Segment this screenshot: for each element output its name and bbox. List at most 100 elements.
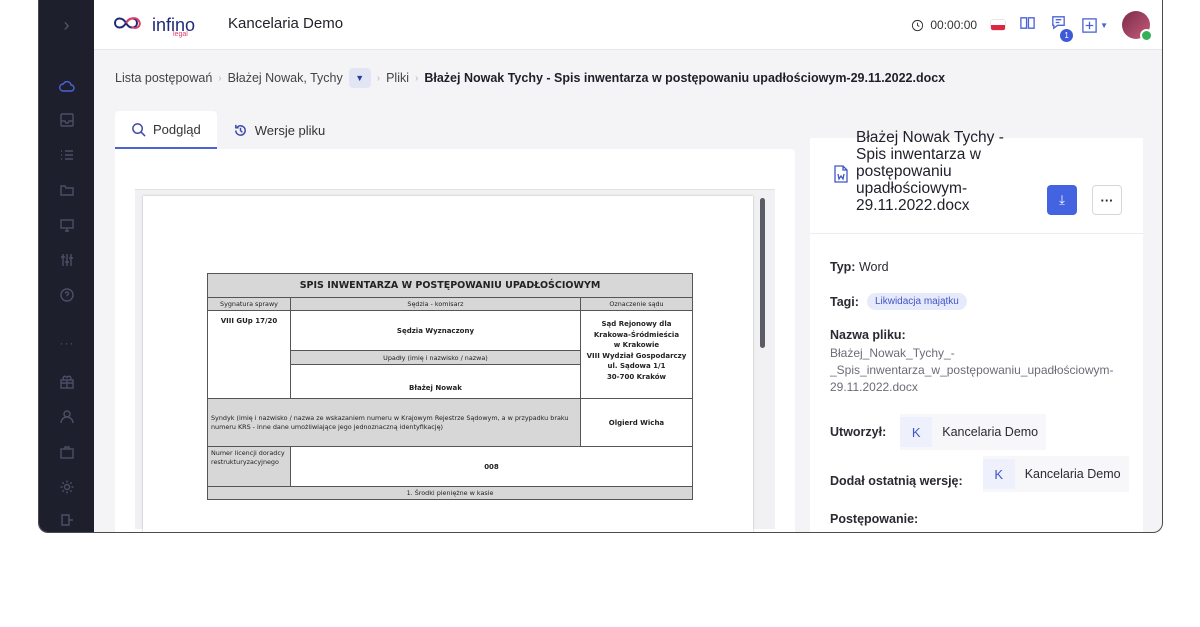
search-icon — [132, 122, 146, 137]
created-by-name: Kancelaria Demo — [942, 425, 1039, 439]
created-by-user[interactable]: K Kancelaria Demo — [900, 414, 1047, 450]
type-label: Typ: — [830, 260, 856, 274]
word-file-icon — [833, 165, 849, 188]
header-sedzia: Sędzia - komisarz — [290, 297, 581, 311]
timer[interactable]: 00:00:00 — [911, 18, 977, 32]
logo-mark-icon — [112, 12, 148, 39]
file-type-row: Typ: Word — [830, 260, 889, 274]
court-line: VIII Wydział Gospodarczy — [586, 351, 687, 360]
more-dots-icon[interactable]: ··· — [57, 336, 77, 350]
ellipsis-icon: ··· — [1100, 192, 1114, 208]
download-button[interactable]: ⤓ — [1047, 185, 1077, 215]
breadcrumb-proceedings[interactable]: Lista postępowań — [115, 71, 212, 85]
breadcrumb-separator: › — [376, 72, 381, 84]
header-actions: 00:00:00 1 ▼ — [911, 0, 1153, 50]
monitor-icon[interactable] — [57, 215, 77, 235]
book-icon[interactable] — [1019, 14, 1036, 36]
chat-icon[interactable]: 1 — [1050, 14, 1074, 42]
online-status-icon — [1140, 29, 1153, 42]
file-name-row: Nazwa pliku: Błażej_Nowak_Tychy_-_Spis_i… — [830, 328, 1130, 396]
court-line: 30-700 Kraków — [606, 372, 666, 381]
court-line: ul. Sądowa 1/1 — [607, 362, 666, 370]
history-icon — [234, 124, 246, 136]
clock-icon — [912, 19, 924, 31]
user-icon[interactable] — [57, 407, 77, 427]
breadcrumb-separator: › — [415, 72, 419, 84]
more-options-button[interactable]: ··· — [1092, 185, 1122, 215]
file-info-panel: Błażej Nowak Tychy - Spis inwentarza w p… — [810, 129, 1143, 532]
chevron-down-icon: ▼ — [1100, 20, 1108, 30]
breadcrumb-current: Błażej Nowak Tychy - Spis inwentarza w p… — [424, 71, 946, 85]
timer-value: 00:00:00 — [930, 18, 978, 32]
preview-scrollbar[interactable] — [760, 198, 765, 348]
language-flag-icon[interactable] — [991, 20, 1006, 30]
download-icon: ⤓ — [1059, 192, 1065, 207]
inbox-icon[interactable] — [57, 110, 77, 130]
document-title: SPIS INWENTARZA W POSTĘPOWANIU UPADŁOŚCI… — [207, 273, 693, 298]
file-info-header: Błażej Nowak Tychy - Spis inwentarza w p… — [810, 129, 1143, 234]
court-line: w Krakowie — [613, 341, 660, 349]
breadcrumb: Lista postępowań › Błażej Nowak, Tychy ▼… — [115, 68, 945, 88]
breadcrumb-files[interactable]: Pliki — [386, 71, 409, 85]
added-by-name: Kancelaria Demo — [1024, 467, 1121, 481]
expand-sidebar-icon[interactable]: › — [39, 0, 94, 50]
app-window: › ··· infino legal Kancelaria Demo 00:00:… — [38, 0, 1163, 533]
document-page: SPIS INWENTARZA W POSTĘPOWANIU UPADŁOŚCI… — [143, 196, 753, 532]
licencja-value: 008 — [290, 446, 693, 487]
header-sad: Oznaczenie sądu — [579, 297, 694, 311]
syndyk-label: Syndyk (imię i nazwisko / nazwa ze wskaz… — [207, 398, 581, 447]
help-circle-icon[interactable] — [57, 285, 77, 305]
logo-text: infino legal — [152, 15, 195, 38]
tab-preview[interactable]: Podgląd — [115, 111, 217, 149]
added-by-user[interactable]: K Kancelaria Demo — [982, 456, 1129, 492]
file-tags-row: Tagi: Likwidacja majątku — [830, 293, 967, 310]
document-preview-panel: SPIS INWENTARZA W POSTĘPOWANIU UPADŁOŚCI… — [115, 149, 795, 532]
user-initial-avatar: K — [982, 459, 1015, 489]
briefcase-icon[interactable] — [57, 442, 77, 462]
upadly-label: Upadły (imię i nazwisko / nazwa) — [290, 350, 581, 365]
add-square-icon — [1082, 17, 1097, 33]
document-viewer[interactable]: SPIS INWENTARZA W POSTĘPOWANIU UPADŁOŚCI… — [135, 189, 775, 532]
added-by-row: Dodał ostatnią wersję: K Kancelaria Demo — [830, 456, 1129, 492]
app-name: Kancelaria Demo — [228, 15, 344, 32]
sidebar: › ··· — [39, 0, 94, 532]
section-1-title: 1. Środki pieniężne w kasie — [207, 486, 693, 500]
gift-icon[interactable] — [57, 372, 77, 392]
add-menu-button[interactable]: ▼ — [1081, 17, 1108, 34]
breadcrumb-separator: › — [218, 72, 222, 84]
inventory-form-table: SPIS INWENTARZA W POSTĘPOWANIU UPADŁOŚCI… — [207, 273, 694, 500]
tasks-icon[interactable] — [57, 145, 77, 165]
syndyk-value: Olgierd Wicha — [579, 398, 694, 447]
cloud-icon[interactable] — [57, 77, 77, 97]
court-line: Sąd Rejonowy dla Krakowa-Śródmieścia — [593, 320, 680, 339]
top-header: infino legal Kancelaria Demo 00:00:00 1 ▼ — [94, 0, 1162, 50]
filename-value: Błażej_Nowak_Tychy_-_Spis_inwentarza_w_p… — [830, 346, 1114, 394]
type-value: Word — [858, 260, 889, 274]
proceeding-label: Postępowanie: — [830, 512, 919, 526]
sliders-icon[interactable] — [57, 250, 77, 270]
tab-versions[interactable]: Wersje pliku — [217, 111, 342, 149]
infino-logo[interactable]: infino legal — [112, 12, 195, 39]
created-label: Utworzył: — [830, 425, 887, 439]
user-avatar[interactable] — [1122, 11, 1153, 42]
user-initial-avatar: K — [900, 417, 933, 447]
licencja-label: Numer licencji doradcy restrukturyzacyjn… — [207, 446, 291, 487]
folder-icon[interactable] — [57, 180, 77, 200]
tags-label: Tagi: — [830, 294, 859, 309]
sygnatura-value: VIII GUp 17/20 — [207, 310, 291, 399]
logout-icon[interactable] — [57, 510, 77, 530]
filename-label: Nazwa pliku: — [830, 328, 906, 342]
notification-badge: 1 — [1060, 29, 1074, 42]
tab-versions-label: Wersje pliku — [254, 122, 326, 138]
upadly-value: Błażej Nowak — [290, 364, 581, 399]
proceeding-row: Postępowanie: — [830, 512, 918, 526]
case-dropdown-button[interactable]: ▼ — [348, 68, 371, 88]
court-value: Sąd Rejonowy dla Krakowa-Śródmieścia w K… — [579, 310, 694, 399]
settings-icon[interactable] — [57, 477, 77, 497]
breadcrumb-case[interactable]: Błażej Nowak, Tychy — [228, 71, 343, 85]
header-sygnatura: Sygnatura sprawy — [207, 297, 291, 311]
tag-chip[interactable]: Likwidacja majątku — [866, 293, 967, 310]
created-by-row: Utworzył: K Kancelaria Demo — [830, 414, 1047, 450]
logo-subtext: legal — [173, 31, 188, 38]
tabs: Podgląd Wersje pliku — [115, 111, 341, 149]
